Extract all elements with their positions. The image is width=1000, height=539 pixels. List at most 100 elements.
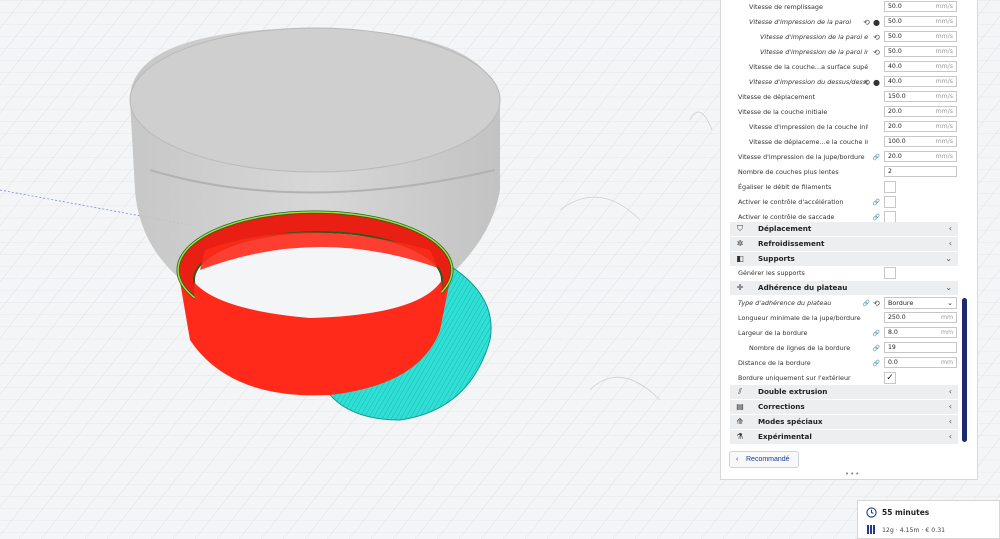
setting-label: Vitesse d'impression de la paroi — [749, 18, 852, 26]
setting-value-field[interactable]: 50.0 mm/s — [884, 1, 957, 12]
mesh-fix-icon: ▤ — [736, 402, 744, 411]
category-header[interactable]: ✛ Adhérence du plateau ⌄ — [730, 281, 958, 295]
setting-row: Vitesse d'impression de la paroi externe… — [720, 30, 960, 45]
setting-row: Vitesse de déplaceme…e la couche initial… — [720, 135, 960, 150]
setting-unit: mm/s — [935, 33, 953, 40]
setting-checkbox[interactable]: ✓ — [884, 372, 896, 384]
chevron-left-icon: ‹ — [948, 224, 952, 233]
link-icon[interactable]: 🔗 — [872, 344, 881, 353]
setting-unit: mm — [940, 329, 953, 336]
link-icon[interactable]: 🔗 — [872, 153, 881, 162]
setting-row: Vitesse d'impression de la paroi interne… — [720, 45, 960, 60]
setting-label: Distance de la bordure — [738, 359, 811, 367]
setting-label: Nombre de couches plus lentes — [738, 168, 839, 176]
chevron-left-icon: ‹ — [948, 402, 952, 411]
reset-icon[interactable]: ⟲ — [872, 48, 881, 57]
setting-value-field[interactable]: 0.0 mm — [884, 357, 957, 368]
category-header[interactable]: ◧ Supports ⌄ — [730, 252, 958, 266]
setting-value-field[interactable]: 20.0 mm/s — [884, 106, 957, 117]
setting-unit: mm — [940, 314, 953, 321]
setting-row: Largeur de la bordure 🔗 8.0 mm — [720, 326, 960, 341]
setting-value-field[interactable]: 50.0 mm/s — [884, 31, 957, 42]
setting-value-field[interactable]: 50.0 mm/s — [884, 16, 957, 27]
link-icon[interactable]: 🔗 — [862, 299, 871, 308]
link-icon[interactable]: 🔗 — [872, 329, 881, 338]
setting-unit: mm/s — [935, 123, 953, 130]
setting-value-field[interactable]: 20.0 mm/s — [884, 151, 957, 162]
setting-row: Vitesse d'impression de la jupe/bordure 🔗… — [720, 150, 960, 165]
recommended-button[interactable]: ‹ Recommandé — [729, 451, 799, 468]
category-header[interactable]: ⫽ Double extrusion ‹ — [730, 385, 958, 399]
setting-unit: mm — [940, 359, 953, 366]
setting-row: Vitesse de la couche initiale 20.0 mm/s — [720, 105, 960, 120]
setting-unit: mm/s — [935, 108, 953, 115]
adhesion-type-select[interactable]: Bordure ⌄ — [884, 297, 957, 309]
setting-row: Bordure uniquement sur l'extérieur ✓ — [720, 371, 960, 386]
chevron-down-icon: ⌄ — [947, 299, 953, 307]
setting-value: 250.0 — [888, 314, 906, 321]
setting-unit: mm/s — [935, 63, 953, 70]
setting-label: Vitesse de déplacement — [738, 93, 815, 101]
setting-row: Type d'adhérence du plateau ⟲ 🔗 Bordure ⌄ — [720, 296, 960, 311]
setting-value-field[interactable]: 2 — [884, 166, 957, 177]
category-header[interactable]: ✲ Refroidissement ‹ — [730, 237, 958, 251]
setting-value-field[interactable]: 8.0 mm — [884, 327, 957, 338]
reset-icon[interactable]: ⟲ — [872, 299, 881, 308]
setting-row: Vitesse d'impression du dessus/dessous ● ⟲… — [720, 75, 960, 90]
print-estimate[interactable]: 55 minutes 12g · 4.15m · € 0.31 — [857, 500, 1000, 539]
category-header[interactable]: ⚗ Expérimental ‹ — [730, 430, 958, 444]
setting-label: Bordure uniquement sur l'extérieur — [738, 374, 851, 382]
category-header[interactable]: ⛉ Déplacement ‹ — [730, 222, 958, 236]
setting-value-field[interactable]: 100.0 mm/s — [884, 136, 957, 147]
category-label: Double extrusion — [758, 387, 828, 396]
panel-resize-handle[interactable]: ••• — [845, 470, 860, 478]
category-label: Supports — [758, 254, 795, 263]
category-header[interactable]: ⟰ Modes spéciaux ‹ — [730, 415, 958, 429]
setting-row: Activer le contrôle d'accélération 🔗 — [720, 195, 960, 210]
setting-value: 50.0 — [888, 33, 902, 40]
setting-row: Vitesse de la couche…a surface supérieur… — [720, 60, 960, 75]
setting-row: Nombre de lignes de la bordure 🔗 19 — [720, 341, 960, 356]
category-header[interactable]: ▤ Corrections ‹ — [730, 400, 958, 414]
reset-icon[interactable]: ⟲ — [872, 33, 881, 42]
setting-checkbox[interactable] — [884, 181, 896, 193]
info-icon[interactable]: ● — [872, 18, 881, 27]
link-icon[interactable]: 🔗 — [872, 198, 881, 207]
reset-icon[interactable]: ⟲ — [862, 18, 871, 27]
setting-value: 50.0 — [888, 18, 902, 25]
setting-label: Vitesse d'impression du dessus/dessous — [749, 78, 868, 86]
settings-scrollbar[interactable] — [962, 298, 967, 442]
info-icon[interactable]: ● — [872, 78, 881, 87]
experimental-icon: ⚗ — [736, 432, 744, 441]
setting-label: Vitesse d'impression de la jupe/bordure — [738, 153, 865, 161]
setting-checkbox[interactable] — [884, 196, 896, 208]
setting-value-field[interactable]: 40.0 mm/s — [884, 61, 957, 72]
link-icon[interactable]: 🔗 — [872, 359, 881, 368]
link-icon[interactable]: 🔗 — [872, 213, 881, 222]
reset-icon[interactable]: ⟲ — [862, 78, 871, 87]
setting-label: Nombre de lignes de la bordure — [749, 344, 851, 352]
setting-value-field[interactable]: 250.0 mm — [884, 312, 957, 323]
setting-row: Nombre de couches plus lentes 2 — [720, 165, 960, 180]
chevron-down-icon: ⌄ — [945, 254, 952, 263]
setting-label: Égaliser le débit de filaments — [738, 183, 832, 191]
setting-value-field[interactable]: 20.0 mm/s — [884, 121, 957, 132]
setting-row: Générer les supports — [720, 266, 960, 281]
filament-icon — [867, 525, 875, 534]
setting-value: 100.0 — [888, 138, 906, 145]
setting-label: Vitesse d'impression de la paroi interne — [760, 48, 868, 56]
dual-extrusion-icon: ⫽ — [738, 387, 742, 396]
setting-value-field[interactable]: 50.0 mm/s — [884, 46, 957, 57]
setting-checkbox[interactable] — [884, 267, 896, 279]
setting-row: Vitesse d'impression de la couche initia… — [720, 120, 960, 135]
category-label: Adhérence du plateau — [758, 283, 848, 292]
ring-model[interactable] — [176, 210, 454, 396]
setting-label: Activer le contrôle d'accélération — [738, 198, 844, 206]
setting-value: 20.0 — [888, 108, 902, 115]
setting-label: Vitesse de la couche…a surface supérieur… — [749, 63, 868, 71]
cooling-fan-icon: ✲ — [736, 239, 744, 248]
setting-value-field[interactable]: 150.0 mm/s — [884, 91, 957, 102]
setting-value-field[interactable]: 19 — [884, 342, 957, 353]
chevron-down-icon: ⌄ — [945, 283, 952, 292]
setting-value-field[interactable]: 40.0 mm/s — [884, 76, 957, 87]
